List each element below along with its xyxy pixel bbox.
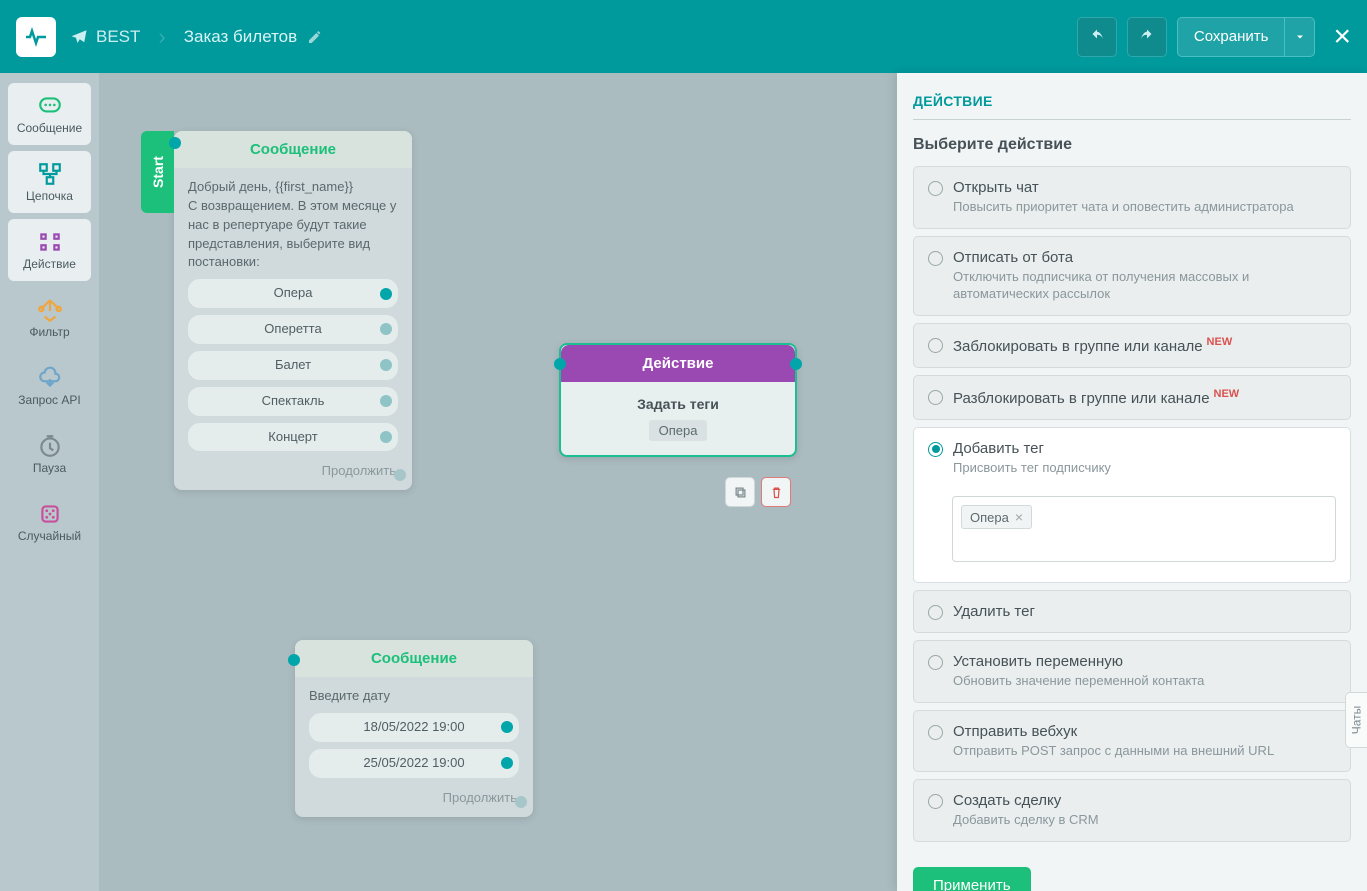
action-unsubscribe[interactable]: Отписать от ботаОтключить подписчика от … [913, 236, 1351, 316]
option-opera[interactable]: Опера [188, 279, 398, 308]
option-operetta[interactable]: Оперетта [188, 315, 398, 344]
flow-title: Заказ билетов [184, 27, 297, 47]
continue-row[interactable]: Продолжить [295, 790, 533, 817]
flow-icon [37, 161, 63, 187]
pulse-icon [24, 25, 48, 49]
apply-button[interactable]: Применить [913, 867, 1031, 891]
port-in[interactable] [554, 358, 566, 370]
port-in[interactable] [288, 654, 300, 666]
save-button[interactable]: Сохранить [1177, 17, 1286, 57]
new-badge: NEW [1214, 388, 1240, 400]
breadcrumb-separator: › [158, 24, 165, 50]
port-out[interactable] [380, 395, 392, 407]
port-out[interactable] [380, 288, 392, 300]
radio-icon [928, 725, 943, 740]
action-webhook[interactable]: Отправить вебхукОтправить POST запрос с … [913, 710, 1351, 773]
radio-icon [928, 605, 943, 620]
node-message-1[interactable]: Start Сообщение Добрый день, {{first_nam… [174, 131, 412, 490]
tag-chip: Опера [649, 420, 708, 441]
message-text: Добрый день, {{first_name}} С возвращени… [188, 178, 398, 272]
action-subtitle: Задать теги [575, 396, 781, 412]
panel-subtitle: Выберите действие [913, 136, 1351, 154]
action-unblock[interactable]: Разблокировать в группе или каналеNEW [913, 375, 1351, 420]
delete-button[interactable] [761, 477, 791, 507]
option-spektakl[interactable]: Спектакль [188, 387, 398, 416]
tag-input[interactable]: Опера× [952, 496, 1336, 562]
port-start-out[interactable] [169, 137, 181, 149]
continue-row[interactable]: Продолжить [174, 463, 412, 490]
panel-heading: ДЕЙСТВИЕ [913, 93, 1351, 120]
palette-api[interactable]: Запрос API [8, 355, 91, 417]
palette-flow[interactable]: Цепочка [8, 151, 91, 213]
save-dropdown[interactable] [1285, 17, 1315, 57]
prompt-text: Введите дату [309, 687, 519, 706]
port-out[interactable] [501, 721, 513, 733]
radio-icon [928, 655, 943, 670]
element-palette: Сообщение Цепочка Действие Фильтр Запрос… [0, 73, 99, 891]
action-create-deal[interactable]: Создать сделкуДобавить сделку в CRM [913, 779, 1351, 842]
port-out[interactable] [380, 359, 392, 371]
header-actions: Сохранить × [1077, 17, 1351, 57]
action-block[interactable]: Заблокировать в группе или каналеNEW [913, 323, 1351, 368]
option-date1[interactable]: 18/05/2022 19:00 [309, 713, 519, 742]
port-out[interactable] [380, 431, 392, 443]
clock-icon [37, 433, 63, 459]
selected-tag: Опера× [961, 505, 1032, 529]
node-action[interactable]: Действие Задать теги Опера [559, 343, 797, 457]
app-logo[interactable] [16, 17, 56, 57]
dice-icon [37, 501, 63, 527]
undo-button[interactable] [1077, 17, 1117, 57]
radio-icon [928, 442, 943, 457]
redo-button[interactable] [1127, 17, 1167, 57]
node-toolbar [725, 477, 791, 507]
app-header: BEST › Заказ билетов Сохранить × [0, 0, 1367, 73]
action-open-chat[interactable]: Открыть чатПовысить приоритет чата и опо… [913, 166, 1351, 229]
node-header: Сообщение [174, 131, 412, 168]
node-message-2[interactable]: Сообщение Введите дату 18/05/2022 19:00 … [295, 640, 533, 817]
telegram-icon [70, 28, 88, 46]
action-add-tag[interactable]: Добавить тегПрисвоить тег подписчику Опе… [913, 427, 1351, 584]
radio-icon [928, 794, 943, 809]
palette-pause[interactable]: Пауза [8, 423, 91, 485]
message-icon [37, 93, 63, 119]
filter-icon [37, 297, 63, 323]
radio-icon [928, 390, 943, 405]
radio-icon [928, 181, 943, 196]
properties-panel: ДЕЙСТВИЕ Выберите действие Открыть чатПо… [897, 73, 1367, 891]
node-body: Задать теги Опера [561, 382, 795, 455]
start-badge: Start [141, 131, 174, 213]
chat-tab[interactable]: Чаты [1345, 692, 1367, 748]
radio-icon [928, 251, 943, 266]
palette-filter[interactable]: Фильтр [8, 287, 91, 349]
node-header: Действие [561, 345, 795, 382]
bot-selector[interactable]: BEST [70, 27, 140, 47]
save-button-group: Сохранить [1177, 17, 1316, 57]
radio-icon [928, 338, 943, 353]
palette-message[interactable]: Сообщение [8, 83, 91, 145]
remove-tag-icon[interactable]: × [1015, 509, 1023, 525]
cloud-icon [37, 365, 63, 391]
node-body: Добрый день, {{first_name}} С возвращени… [174, 168, 412, 463]
port-out[interactable] [501, 757, 513, 769]
port-out[interactable] [790, 358, 802, 370]
option-date2[interactable]: 25/05/2022 19:00 [309, 749, 519, 778]
action-set-variable[interactable]: Установить переменнуюОбновить значение п… [913, 640, 1351, 703]
new-badge: NEW [1207, 336, 1233, 348]
bot-name: BEST [96, 27, 140, 47]
action-remove-tag[interactable]: Удалить тег [913, 590, 1351, 633]
option-koncert[interactable]: Концерт [188, 423, 398, 452]
close-button[interactable]: × [1333, 20, 1351, 54]
copy-button[interactable] [725, 477, 755, 507]
palette-action[interactable]: Действие [8, 219, 91, 281]
edit-icon[interactable] [307, 29, 323, 45]
palette-random[interactable]: Случайный [8, 491, 91, 553]
node-body: Введите дату 18/05/2022 19:00 25/05/2022… [295, 677, 533, 790]
port-continue[interactable] [515, 796, 527, 808]
action-icon [37, 229, 63, 255]
node-header: Сообщение [295, 640, 533, 677]
port-continue[interactable] [394, 469, 406, 481]
port-out[interactable] [380, 323, 392, 335]
option-balet[interactable]: Балет [188, 351, 398, 380]
